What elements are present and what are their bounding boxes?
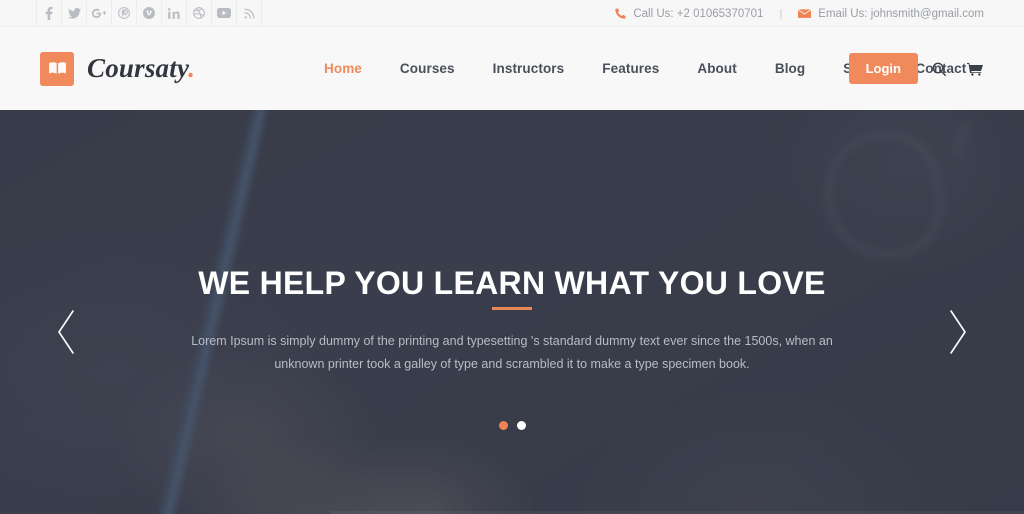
nav-item-instructors[interactable]: Instructors	[474, 27, 584, 110]
nav-item-courses[interactable]: Courses	[381, 27, 474, 110]
linkedin-icon[interactable]	[161, 0, 187, 27]
dribbble-icon[interactable]	[186, 0, 212, 27]
search-icon[interactable]	[924, 54, 954, 84]
rss-icon[interactable]	[236, 0, 262, 27]
top-bar: Call Us: +2 01065370701 | Email Us: john…	[0, 0, 1024, 27]
social-links	[36, 0, 262, 27]
envelope-icon	[798, 8, 812, 19]
open-book-icon	[40, 51, 74, 86]
phone-text: Call Us: +2 01065370701	[633, 7, 764, 20]
facebook-icon[interactable]	[36, 0, 62, 27]
hero-next-button[interactable]	[938, 302, 978, 362]
email-info: Email Us: johnsmith@gmail.com	[798, 8, 984, 20]
site-header: Coursaty. Home Courses Instructors Featu…	[0, 27, 1024, 114]
hero-dot-2[interactable]	[516, 421, 526, 430]
cart-icon[interactable]	[960, 54, 990, 84]
hero-title: WE HELP YOU LEARN WHAT YOU LOVE	[198, 265, 825, 316]
login-button[interactable]: Login	[848, 53, 918, 84]
hero-dot-1[interactable]	[498, 421, 508, 430]
nav-item-home[interactable]: Home	[305, 27, 381, 114]
twitter-icon[interactable]	[61, 0, 87, 27]
pinterest-icon[interactable]	[111, 0, 137, 27]
header-actions: Login	[848, 27, 990, 110]
brand-dot: .	[188, 53, 196, 83]
phone-icon	[615, 8, 626, 19]
phone-info: Call Us: +2 01065370701	[615, 8, 763, 20]
email-text: Email Us: johnsmith@gmail.com	[818, 7, 984, 20]
contact-separator: |	[779, 7, 783, 20]
hero-pagination	[0, 421, 1024, 430]
hero-slider: WE HELP YOU LEARN WHAT YOU LOVE Lorem Ip…	[0, 110, 1024, 514]
brand-name: Coursaty.	[87, 53, 196, 83]
nav-item-blog[interactable]: Blog	[756, 27, 824, 110]
contact-info: Call Us: +2 01065370701 | Email Us: john…	[615, 0, 984, 27]
google-plus-icon[interactable]	[86, 0, 112, 27]
youtube-icon[interactable]	[211, 0, 237, 27]
hero-subtitle: Lorem Ipsum is simply dummy of the print…	[191, 334, 833, 372]
hero-content: WE HELP YOU LEARN WHAT YOU LOVE Lorem Ip…	[0, 265, 1024, 376]
logo[interactable]: Coursaty.	[40, 51, 196, 86]
hero-prev-button[interactable]	[46, 302, 86, 362]
nav-item-features[interactable]: Features	[583, 27, 678, 110]
nav-item-about[interactable]: About	[678, 27, 755, 110]
vimeo-icon[interactable]	[136, 0, 162, 27]
